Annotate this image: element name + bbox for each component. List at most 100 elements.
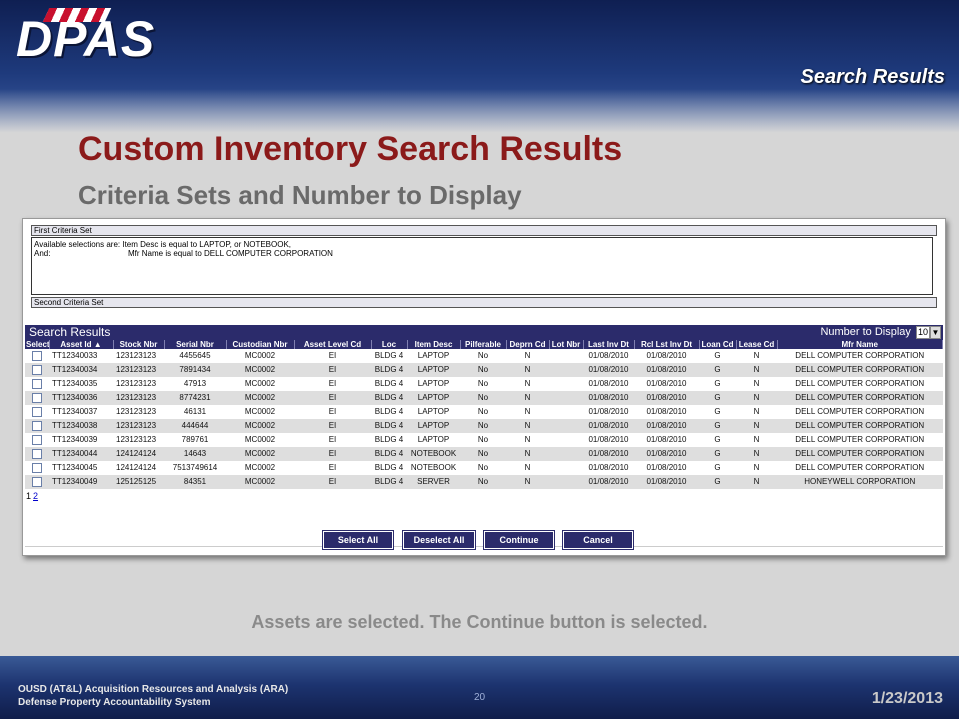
- table-cell: 123123123: [113, 433, 164, 447]
- table-cell: BLDG 4: [371, 377, 407, 391]
- table-cell: 124124124: [113, 447, 164, 461]
- table-cell: MC0002: [226, 363, 294, 377]
- table-row[interactable]: TT12340044 124124124 14643 MC0002 EI BLDG 4 NO…: [25, 447, 943, 461]
- select-all-button[interactable]: Select All: [322, 530, 394, 550]
- select-checkbox[interactable]: [32, 406, 42, 417]
- table-row[interactable]: TT12340049 125125125 84351 MC0002 EI BLDG 4 SE…: [25, 475, 943, 489]
- table-cell: N: [506, 349, 549, 363]
- table-row[interactable]: TT12340039 123123123 789761 MC0002 EI BLDG 4L…: [25, 433, 943, 447]
- table-cell: BLDG 4: [371, 475, 407, 489]
- select-checkbox[interactable]: [32, 378, 42, 389]
- column-header[interactable]: Stock Nbr: [113, 340, 165, 349]
- column-header[interactable]: Serial Nbr: [164, 340, 227, 349]
- table-cell: 01/08/2010: [583, 447, 634, 461]
- table-cell: 01/08/2010: [634, 349, 699, 363]
- column-header[interactable]: Last Inv Dt: [583, 340, 635, 349]
- column-header[interactable]: Custodian Nbr: [226, 340, 295, 349]
- column-header[interactable]: Select: [25, 340, 50, 349]
- column-header[interactable]: Lot Nbr: [549, 340, 584, 349]
- table-row[interactable]: TT12340045 124124124 7513749614 MC0002 EI BLD…: [25, 461, 943, 475]
- table-cell: N: [506, 377, 549, 391]
- results-table: Select Asset Id ▲ Stock Nbr Serial Nbr Custo…: [25, 340, 943, 489]
- column-header[interactable]: Deprn Cd: [506, 340, 550, 349]
- table-cell: EI: [294, 391, 371, 405]
- table-cell: MC0002: [226, 405, 294, 419]
- table-cell: BLDG 4: [371, 391, 407, 405]
- table-cell: LAPTOP: [407, 363, 460, 377]
- table-cell: 444644: [164, 419, 226, 433]
- table-cell: G: [699, 377, 736, 391]
- criteria-text-area: Available selections are: Item Desc is e…: [31, 237, 933, 295]
- column-header[interactable]: Asset Level Cd: [294, 340, 372, 349]
- table-cell: N: [506, 391, 549, 405]
- table-cell: No: [460, 363, 506, 377]
- table-cell: 01/08/2010: [583, 461, 634, 475]
- table-cell: 01/08/2010: [583, 419, 634, 433]
- column-header[interactable]: Pilferable: [460, 340, 507, 349]
- table-row[interactable]: TT12340038 123123123 444644 MC0002 EI BLDG 4L…: [25, 419, 943, 433]
- select-checkbox[interactable]: [32, 364, 42, 375]
- pager-page-2-link[interactable]: 2: [33, 491, 38, 501]
- table-cell: 123123123: [113, 363, 164, 377]
- table-row[interactable]: TT12340033 123123123 4455645 MC0002 EI BLDG 4…: [25, 349, 943, 363]
- chevron-down-icon[interactable]: ▼: [930, 325, 941, 339]
- table-cell: DELL COMPUTER CORPORATION: [777, 447, 943, 461]
- deselect-all-button[interactable]: Deselect All: [402, 530, 476, 550]
- cancel-button[interactable]: Cancel: [562, 530, 634, 550]
- table-cell: MC0002: [226, 475, 294, 489]
- table-cell: N: [506, 405, 549, 419]
- table-cell: 01/08/2010: [583, 391, 634, 405]
- criteria-line-2: And: Mfr Name is equal to DELL COMPUTER C…: [34, 249, 930, 258]
- select-checkbox[interactable]: [32, 392, 42, 403]
- column-header[interactable]: Lease Cd: [736, 340, 778, 349]
- results-title: Search Results: [29, 325, 111, 339]
- table-cell: N: [736, 391, 777, 405]
- select-checkbox[interactable]: [32, 476, 42, 487]
- column-header[interactable]: Mfr Name: [777, 340, 943, 349]
- second-criteria-set-header: Second Criteria Set: [31, 297, 937, 308]
- table-cell: 125125125: [113, 475, 164, 489]
- table-cell: G: [699, 461, 736, 475]
- table-cell: 01/08/2010: [634, 447, 699, 461]
- table-row[interactable]: TT12340035 123123123 47913 MC0002 EI BLDG 4 LA…: [25, 377, 943, 391]
- table-cell: TT12340044: [49, 447, 113, 461]
- column-header[interactable]: Loan Cd: [699, 340, 737, 349]
- select-checkbox[interactable]: [32, 434, 42, 445]
- number-to-display-select[interactable]: 10: [915, 325, 930, 339]
- table-cell: N: [506, 433, 549, 447]
- table-cell: 124124124: [113, 461, 164, 475]
- table-cell: 123123123: [113, 391, 164, 405]
- select-checkbox[interactable]: [32, 462, 42, 473]
- table-cell: N: [736, 377, 777, 391]
- results-title-bar: Search Results Number to Display 10 ▼: [25, 325, 943, 340]
- table-cell: 789761: [164, 433, 226, 447]
- table-row[interactable]: TT12340037 123123123 46131 MC0002 EI BLDG 4 LA…: [25, 405, 943, 419]
- table-cell: EI: [294, 363, 371, 377]
- table-cell: N: [506, 447, 549, 461]
- column-header[interactable]: Asset Id ▲: [49, 340, 114, 349]
- table-cell: MC0002: [226, 419, 294, 433]
- column-header[interactable]: Rcl Lst Inv Dt: [634, 340, 700, 349]
- table-cell: 123123123: [113, 349, 164, 363]
- table-row[interactable]: TT12340034 123123123 7891434 MC0002 EI BLDG 4…: [25, 363, 943, 377]
- table-cell: BLDG 4: [371, 405, 407, 419]
- dpas-logo: DPAS: [16, 8, 155, 68]
- column-header[interactable]: Item Desc: [407, 340, 461, 349]
- table-cell: EI: [294, 349, 371, 363]
- table-cell: SERVER: [407, 475, 460, 489]
- number-to-display-label: Number to Display: [820, 326, 911, 338]
- table-cell: No: [460, 405, 506, 419]
- criteria-line-1-text: Item Desc is equal to LAPTOP, or NOTEBOO…: [122, 240, 292, 249]
- column-header[interactable]: Loc: [371, 340, 408, 349]
- slide-subtitle: Criteria Sets and Number to Display: [78, 180, 522, 210]
- table-row[interactable]: TT12340036 123123123 8774231 MC0002 EI BLDG 4…: [25, 391, 943, 405]
- select-checkbox[interactable]: [32, 350, 42, 361]
- table-cell: BLDG 4: [371, 433, 407, 447]
- select-checkbox[interactable]: [32, 448, 42, 459]
- select-checkbox[interactable]: [32, 420, 42, 431]
- table-cell: 7513749614: [164, 461, 226, 475]
- continue-button[interactable]: Continue: [483, 530, 555, 550]
- table-cell: 01/08/2010: [583, 405, 634, 419]
- table-cell: HONEYWELL CORPORATION: [777, 475, 943, 489]
- table-cell: DELL COMPUTER CORPORATION: [777, 461, 943, 475]
